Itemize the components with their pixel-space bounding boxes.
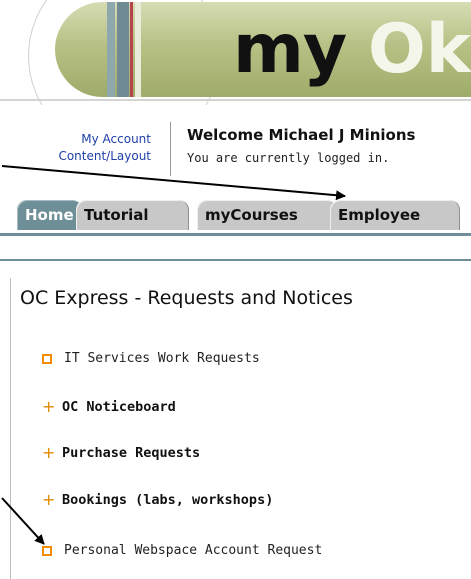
list-item-personal-webspace-request[interactable]: Personal Webspace Account Request xyxy=(42,543,322,558)
square-icon xyxy=(42,545,52,556)
logo-text-my: my xyxy=(233,10,347,89)
list-item-label: IT Services Work Requests xyxy=(64,351,260,366)
logo-text-ok: Ok xyxy=(368,10,471,89)
plus-icon: + xyxy=(42,490,56,509)
panel-title: OC Express - Requests and Notices xyxy=(20,287,353,309)
panel-top-border xyxy=(0,259,471,261)
page: my Ok My Account Content/Layout Welcome … xyxy=(0,0,471,579)
list-item-label: Purchase Requests xyxy=(62,445,201,461)
my-account-link[interactable]: My Account xyxy=(58,131,151,148)
tab-tutorial[interactable]: Tutorial xyxy=(76,200,189,230)
content-layout-link[interactable]: Content/Layout xyxy=(58,148,151,165)
account-links: My Account Content/Layout xyxy=(58,131,151,165)
list-item-label: Bookings (labs, workshops) xyxy=(62,492,274,508)
list-item-it-services-work-requests[interactable]: IT Services Work Requests xyxy=(42,351,260,366)
tab-employee[interactable]: Employee xyxy=(330,200,460,230)
banner-stripe xyxy=(135,2,141,97)
welcome-message: Welcome Michael J Minions xyxy=(187,126,416,144)
plus-icon: + xyxy=(42,397,56,416)
banner-stripe xyxy=(130,2,133,97)
banner-stripe xyxy=(107,2,115,97)
plus-icon: + xyxy=(42,443,56,462)
banner-stripe xyxy=(117,2,129,97)
tab-underline xyxy=(0,233,471,236)
list-item-oc-noticeboard[interactable]: + OC Noticeboard xyxy=(42,397,176,416)
list-item-label: OC Noticeboard xyxy=(62,399,176,415)
panel-left-border xyxy=(10,278,11,579)
banner: my Ok xyxy=(0,0,471,105)
list-item-bookings[interactable]: + Bookings (labs, workshops) xyxy=(42,490,274,509)
square-icon xyxy=(42,353,52,364)
tab-bar: Home Tutorial myCourses Employee xyxy=(0,196,471,236)
account-divider xyxy=(170,122,171,176)
banner-divider xyxy=(0,99,471,101)
arrow-to-webspace-request xyxy=(1,497,45,545)
list-item-purchase-requests[interactable]: + Purchase Requests xyxy=(42,443,201,462)
tab-mycourses[interactable]: myCourses xyxy=(197,200,336,230)
login-status: You are currently logged in. xyxy=(187,151,390,165)
arrow-to-employee-tab xyxy=(1,165,346,201)
list-item-label: Personal Webspace Account Request xyxy=(64,543,323,558)
tab-home[interactable]: Home xyxy=(17,200,82,230)
